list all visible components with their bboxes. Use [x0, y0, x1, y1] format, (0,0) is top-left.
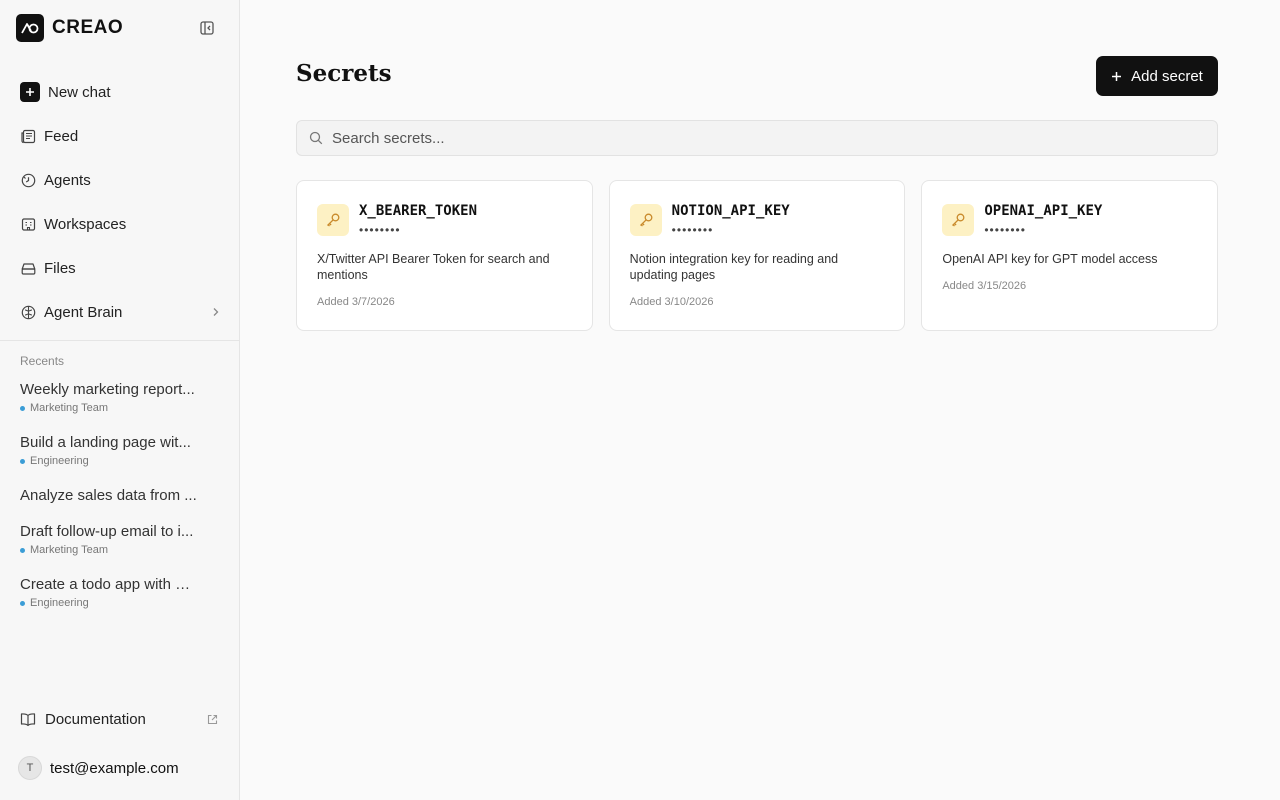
sidebar-item-label: Files [44, 259, 76, 277]
documentation-link[interactable]: Documentation [20, 708, 218, 730]
sidebar-item-label: Feed [44, 127, 79, 145]
avatar: T [18, 756, 42, 780]
external-link-icon [207, 714, 218, 725]
secret-name: OPENAI_API_KEY [984, 203, 1103, 219]
logo-mark-icon [16, 14, 44, 42]
workspace-dot-icon [20, 406, 25, 411]
recent-chat-item[interactable]: Create a todo app with R... Engineering [20, 575, 220, 628]
workspace-tag: Marketing Team [20, 402, 220, 415]
workspace-tag: Marketing Team [20, 544, 220, 557]
secret-value-masked: •••••••• [671, 223, 714, 237]
sidebar-divider [0, 340, 239, 341]
search-icon [309, 131, 323, 145]
user-account[interactable]: T test@example.com [18, 756, 179, 780]
secret-description: X/Twitter API Bearer Token for search an… [317, 252, 550, 282]
secret-card[interactable]: OPENAI_API_KEY •••••••• OpenAI API key f… [921, 180, 1219, 331]
key-icon [629, 204, 662, 236]
agent-icon [20, 172, 36, 188]
sidebar-item-label: Agents [44, 171, 91, 189]
recent-chat-item[interactable]: Analyze sales data from ... [20, 486, 220, 522]
recent-chat-title: Build a landing page wit... [20, 434, 191, 451]
sidebar-item-label: Workspaces [44, 215, 127, 233]
recents-heading: Recents [20, 354, 65, 368]
secret-name: NOTION_API_KEY [671, 203, 790, 219]
sidebar-item-workspaces[interactable]: Workspaces [12, 204, 228, 244]
main-content: Secrets Add secret X_BEARER_TOKEN ••••••… [240, 0, 1280, 800]
secret-description: Notion integration key for reading and u… [629, 252, 839, 282]
secret-card[interactable]: NOTION_API_KEY •••••••• Notion integrati… [608, 180, 906, 331]
workspace-dot-icon [20, 601, 25, 606]
sidebar-item-label: Agent Brain [44, 303, 123, 321]
secret-card[interactable]: X_BEARER_TOKEN •••••••• X/Twitter API Be… [296, 180, 593, 331]
sidebar-item-agent-brain[interactable]: Agent Brain [12, 292, 228, 332]
workspace-tag: Engineering [20, 455, 220, 468]
search-input[interactable] [332, 129, 1192, 147]
add-secret-button[interactable]: Add secret [1096, 56, 1218, 96]
secrets-grid: X_BEARER_TOKEN •••••••• X/Twitter API Be… [296, 180, 1219, 331]
plus-icon [20, 82, 40, 102]
workspace-tag-label: Engineering [30, 455, 89, 467]
sidebar-nav: New chat Feed Agents Workspaces Files Ag… [12, 72, 228, 336]
sidebar-item-files[interactable]: Files [12, 248, 228, 288]
search-bar [296, 120, 1218, 156]
brand-name: CREAO [52, 17, 124, 38]
secret-description: OpenAI API key for GPT model access [942, 252, 1158, 266]
workspace-tag-label: Marketing Team [30, 544, 109, 556]
collapse-sidebar-icon[interactable] [198, 19, 216, 37]
add-secret-label: Add secret [1131, 67, 1203, 85]
secret-value-masked: •••••••• [359, 223, 401, 237]
page-title: Secrets [296, 60, 392, 87]
workspace-dot-icon [20, 459, 25, 464]
building-icon [20, 216, 36, 232]
workspace-tag: Engineering [20, 597, 220, 610]
secret-added-date: Added 3/15/2026 [942, 280, 1027, 292]
plus-icon [1111, 71, 1122, 82]
book-icon [20, 711, 36, 727]
recent-chat-item[interactable]: Draft follow-up email to i... Marketing … [20, 522, 220, 575]
recent-chat-title: Weekly marketing report... [20, 381, 195, 398]
workspace-dot-icon [20, 548, 25, 553]
sidebar: CREAO New chat Feed Agents Workspaces Fi… [0, 0, 240, 800]
secret-added-date: Added 3/10/2026 [629, 296, 714, 308]
new-chat-button[interactable]: New chat [12, 72, 228, 112]
brand-logo[interactable]: CREAO [16, 14, 224, 42]
workspace-tag-label: Engineering [30, 597, 89, 609]
new-chat-label: New chat [48, 83, 111, 101]
recent-chat-title: Analyze sales data from ... [20, 487, 197, 504]
key-icon [317, 204, 349, 236]
secret-added-date: Added 3/7/2026 [317, 296, 395, 308]
workspace-tag-label: Marketing Team [30, 402, 109, 414]
secret-value-masked: •••••••• [984, 223, 1026, 237]
sidebar-item-agents[interactable]: Agents [12, 160, 228, 200]
chevron-right-icon [212, 307, 220, 317]
recent-chat-item[interactable]: Weekly marketing report... Marketing Tea… [20, 380, 220, 433]
recent-chat-title: Create a todo app with R... [20, 576, 198, 593]
sidebar-item-feed[interactable]: Feed [12, 116, 228, 156]
recents-list: Weekly marketing report... Marketing Tea… [20, 380, 220, 628]
brain-icon [20, 304, 36, 320]
newspaper-icon [20, 128, 36, 144]
key-icon [942, 204, 975, 236]
recent-chat-title: Draft follow-up email to i... [20, 523, 194, 540]
documentation-label: Documentation [45, 710, 146, 728]
user-email: test@example.com [50, 759, 179, 777]
recent-chat-item[interactable]: Build a landing page wit... Engineering [20, 433, 220, 486]
drive-icon [20, 260, 36, 276]
secret-name: X_BEARER_TOKEN [359, 203, 478, 219]
